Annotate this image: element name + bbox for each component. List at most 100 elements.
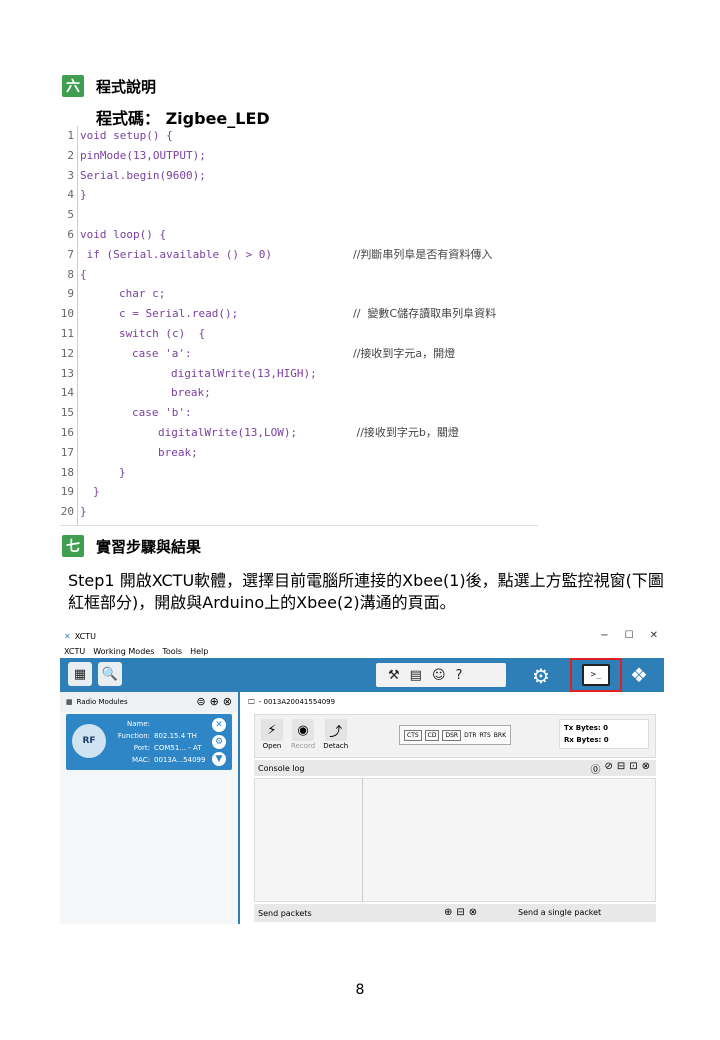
radio-module-icon: ▦ <box>66 698 73 706</box>
code-text: void loop() { <box>80 228 167 241</box>
dsr-indicator: DSR <box>442 729 462 741</box>
code-text: } <box>80 505 87 519</box>
code-text: break; <box>171 386 211 400</box>
record-icon: ◉ <box>292 719 315 741</box>
feedback-icon[interactable]: ☺ <box>432 668 446 683</box>
main-toolbar: ▦ 🔍 ⚒ ▤ ☺ ? ⚙ >_ ❖ <box>60 658 664 692</box>
console-terminal-icon[interactable]: >_ <box>582 664 610 686</box>
module-actions: ✕ ⚙ ▼ <box>212 718 226 766</box>
tools-icon[interactable]: ⚒ <box>388 668 400 683</box>
code-text: } <box>80 188 87 202</box>
code-line: 11 switch (c) { <box>60 324 538 344</box>
line-number: 2 <box>67 148 74 162</box>
close-button[interactable]: ✕ <box>650 630 658 641</box>
dtr-toggle[interactable]: DTR <box>464 732 476 739</box>
section-title: 程式說明 <box>96 77 157 96</box>
record-button[interactable]: ◉ Record <box>291 719 315 750</box>
module-info-value: 802.15.4 TH <box>154 732 197 740</box>
console-log-actions: ⓪ ⊘ ⊟ ⊡ ⊗ <box>590 761 650 776</box>
open-label: Open <box>262 742 282 750</box>
save-packet-icon[interactable]: ⊟ <box>456 907 464 918</box>
radio-module-card[interactable]: RF Name: Function: 802.15.4 TH Port: COM51..… <box>66 714 232 770</box>
section-title: 實習步驟與結果 <box>96 537 202 556</box>
consoles-mode-highlight[interactable]: >_ <box>570 658 622 692</box>
page-number: 8 <box>355 982 365 998</box>
code-line: 18} <box>60 463 538 483</box>
network-mode-icon[interactable]: ❖ <box>630 663 648 687</box>
console-hex-area[interactable] <box>255 779 363 901</box>
sort-icon[interactable]: ⊕ <box>210 695 219 708</box>
profile-icon[interactable]: ▤ <box>410 668 422 683</box>
code-text: c = Serial.read(); <box>119 307 239 321</box>
code-line: 16 digitalWrite(13,LOW); //接收到字元b，關燈 <box>60 423 538 443</box>
filter-icon[interactable]: ⊜ <box>196 695 205 708</box>
line-number: 13 <box>60 366 74 380</box>
code-line: 20} <box>60 502 538 522</box>
send-packets-label: Send packets <box>258 908 312 918</box>
window-controls: − ☐ ✕ <box>600 630 658 641</box>
add-packet-icon[interactable]: ⊕ <box>444 907 452 918</box>
console-log-header: Console log ⓪ ⊘ ⊟ ⊡ ⊗ <box>254 760 656 776</box>
xctu-logo-icon: ✕ <box>64 632 71 641</box>
xctu-window: ✕ XCTU − ☐ ✕ XCTU Working Modes Tools He… <box>60 628 664 924</box>
code-listing: 1 void setup() {2 pinMode(13,OUTPUT); 3 Seri… <box>60 126 538 526</box>
configuration-mode-gear-icon[interactable]: ⚙ <box>532 664 550 688</box>
line-number: 1 <box>67 129 74 142</box>
console-pane: 🖵 - 0013A20041554099 ⚡ Open ◉ Record ⤴ D… <box>242 692 664 924</box>
code-line: 14 break; <box>60 383 538 403</box>
detach-button[interactable]: ⤴ Detach <box>323 719 348 750</box>
add-device-icon[interactable]: ▦ <box>68 662 92 686</box>
toolbar-left-group: ▦ 🔍 <box>68 662 122 686</box>
save-log-icon[interactable]: ⊟ <box>617 761 625 776</box>
module-info-row: Name: <box>110 718 202 730</box>
menu-xctu[interactable]: XCTU <box>64 647 85 656</box>
console-tab-label: - 0013A20041554099 <box>258 698 336 706</box>
remove-all-icon[interactable]: ⊗ <box>223 695 232 708</box>
console-log-label: Console log <box>258 763 305 773</box>
code-comment: //判斷串列阜是否有資料傳入 <box>353 247 493 261</box>
rf-badge-text: RF <box>82 736 96 746</box>
cts-indicator: CTS <box>404 729 422 741</box>
help-icon[interactable]: ? <box>456 668 463 683</box>
line-number: 17 <box>60 445 74 459</box>
menu-working-modes[interactable]: Working Modes <box>93 647 154 656</box>
module-info-key: Name: <box>126 720 150 728</box>
menu-help[interactable]: Help <box>190 647 208 656</box>
hex-view-icon[interactable]: ⓪ <box>590 761 600 776</box>
module-expand-icon[interactable]: ▼ <box>212 752 226 766</box>
rts-toggle[interactable]: RTS <box>480 732 491 739</box>
code-comment: // 變數C儲存讀取串列阜資料 <box>353 307 497 321</box>
open-button[interactable]: ⚡ Open <box>261 719 283 750</box>
discover-devices-icon[interactable]: 🔍 <box>98 662 122 686</box>
remove-module-icon[interactable]: ✕ <box>212 718 226 732</box>
code-line: 9 char c; <box>60 284 538 304</box>
close-console-icon[interactable]: ⊗ <box>642 761 650 776</box>
title-bar: ✕ XCTU <box>60 628 664 645</box>
code-text: if (Serial.available () > 0) <box>80 247 273 261</box>
clear-console-icon[interactable]: ⊘ <box>604 761 612 776</box>
code-line: 19} <box>60 482 538 502</box>
step-1-text: Step1 開啟XCTU軟體，選擇目前電腦所連接的Xbee(1)後，點選上方監控… <box>68 571 664 612</box>
module-info-value: 0013A...54099 <box>154 756 206 764</box>
line-number: 10 <box>60 307 74 321</box>
rf-module-badge: RF <box>72 724 106 758</box>
console-tab[interactable]: 🖵 - 0013A20041554099 <box>242 692 664 712</box>
maximize-button[interactable]: ☐ <box>625 630 634 641</box>
line-number: 9 <box>67 287 74 301</box>
menu-bar: XCTU Working Modes Tools Help <box>60 645 664 658</box>
detach-label: Detach <box>323 742 349 750</box>
brk-toggle[interactable]: BRK <box>494 732 506 739</box>
remove-packet-icon[interactable]: ⊗ <box>469 907 477 918</box>
console-log-area[interactable] <box>254 778 656 902</box>
code-line: 8{ <box>60 265 538 285</box>
line-number: 14 <box>60 386 74 400</box>
module-info-key: MAC: <box>132 756 150 764</box>
code-text: void setup() { <box>80 129 173 142</box>
line-number: 8 <box>67 267 74 281</box>
lock-scroll-icon[interactable]: ⊡ <box>629 761 637 776</box>
app-title: XCTU <box>74 632 96 641</box>
minimize-button[interactable]: − <box>600 630 608 641</box>
section-badge: 六 <box>62 75 84 97</box>
menu-tools[interactable]: Tools <box>162 647 182 656</box>
module-settings-icon[interactable]: ⚙ <box>212 735 226 749</box>
